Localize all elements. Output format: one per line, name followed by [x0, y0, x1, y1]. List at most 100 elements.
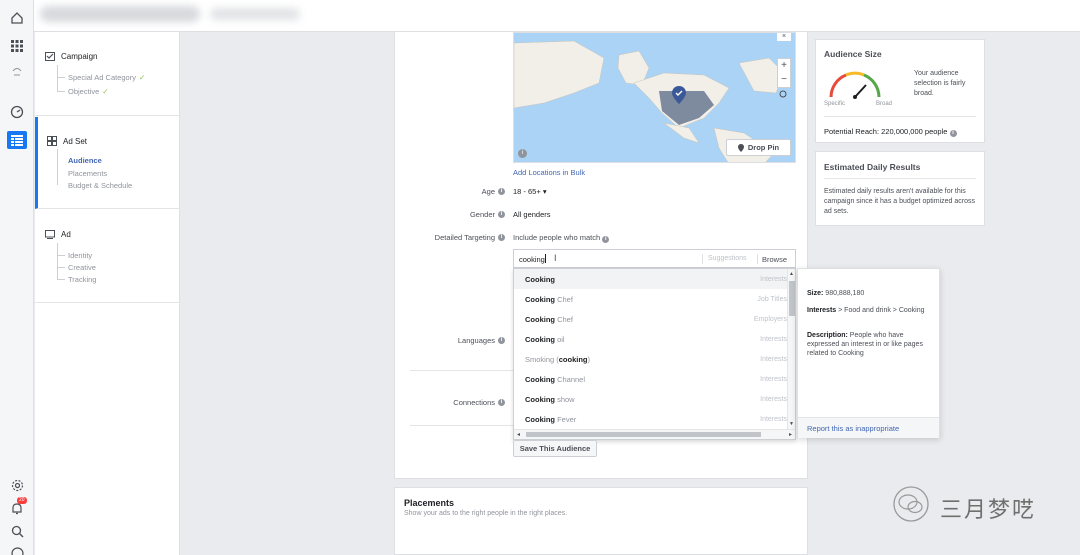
info-icon[interactable]: i: [498, 234, 505, 241]
search-result-row[interactable]: Cooking show Interests: [514, 389, 787, 409]
collapse-icon[interactable]: [9, 64, 25, 80]
dashboard-gauge-icon[interactable]: [9, 104, 25, 120]
search-icon[interactable]: [9, 523, 25, 539]
ad-monitor-icon: [45, 230, 55, 239]
horizontal-scrollbar[interactable]: ◂ ▸: [514, 429, 795, 439]
info-icon[interactable]: i: [498, 399, 505, 406]
location-map[interactable]: + − × i Drop Pin: [513, 32, 796, 163]
search-input-value[interactable]: cooking: [519, 255, 545, 264]
nav-ad-title[interactable]: Ad: [45, 230, 71, 239]
placements-subtitle: Show your ads to the right people in the…: [404, 510, 568, 517]
divider: [410, 370, 514, 371]
audience-gauge: [829, 71, 881, 99]
languages-label: Languages i: [458, 336, 505, 345]
scrollbar-thumb[interactable]: [789, 281, 795, 316]
nav-item-special-ad-category[interactable]: Special Ad Category ✓: [68, 73, 145, 82]
daily-results-title: Estimated Daily Results: [824, 162, 921, 172]
search-result-row[interactable]: Cooking Chef Job Titles: [514, 289, 787, 309]
search-result-row[interactable]: Cooking oil Interests: [514, 329, 787, 349]
breadcrumb-blurred: [210, 8, 300, 20]
info-icon[interactable]: i: [498, 211, 505, 218]
watermark-text: 三月梦呓: [940, 497, 1037, 522]
nav-campaign-title[interactable]: Campaign: [45, 52, 97, 61]
wechat-logo-icon: [893, 486, 929, 522]
result-type: Interests: [760, 395, 787, 403]
editor-navigation: Campaign Special Ad Category ✓ Objective ✓…: [35, 32, 180, 555]
close-map-icon[interactable]: ×: [777, 33, 791, 41]
potential-reach: Potential Reach: 220,000,000 people i: [824, 127, 957, 137]
vertical-scrollbar[interactable]: ▲ ▼: [787, 269, 795, 429]
notifications-bell-icon[interactable]: 20: [9, 497, 27, 516]
location-pin-icon: [672, 86, 686, 104]
search-result-row[interactable]: Smoking (cooking) Interests: [514, 349, 787, 369]
gauge-broad-label: Broad: [876, 101, 893, 107]
result-type: Job Titles: [757, 295, 787, 303]
detailed-targeting-search[interactable]: cooking I Suggestions Browse: [513, 249, 796, 268]
save-audience-button[interactable]: Save This Audience: [513, 440, 597, 457]
text-cursor: [545, 254, 546, 263]
map-info-icon[interactable]: i: [518, 149, 527, 158]
interest-description: Description: People who have expressed a…: [807, 332, 923, 357]
info-icon[interactable]: i: [498, 188, 505, 195]
drop-pin-button[interactable]: Drop Pin: [726, 139, 791, 156]
check-icon: ✓: [102, 87, 109, 96]
info-icon[interactable]: i: [602, 236, 610, 243]
nav-section-campaign: Campaign Special Ad Category ✓ Objective ✓: [35, 32, 180, 116]
result-type: Interests: [760, 375, 787, 383]
placements-card: Placements Show your ads to the right pe…: [394, 487, 808, 555]
nav-item-audience[interactable]: Audience: [68, 156, 102, 165]
browse-tab[interactable]: Browse: [762, 255, 787, 264]
zoom-out-icon[interactable]: −: [778, 73, 790, 87]
settings-gear-icon[interactable]: [9, 477, 25, 493]
suggestions-tab[interactable]: Suggestions: [708, 255, 747, 262]
result-type: Interests: [760, 415, 787, 423]
scroll-left-icon[interactable]: ◂: [517, 431, 520, 438]
nav-section-ad: Ad Identity Creative Tracking: [35, 210, 180, 303]
help-icon[interactable]: [9, 545, 25, 555]
search-result-row[interactable]: Cooking Chef Employers: [514, 309, 787, 329]
nav-item-tracking[interactable]: Tracking: [68, 275, 96, 284]
search-result-row[interactable]: Cooking Fever Interests: [514, 409, 787, 429]
info-icon[interactable]: i: [498, 337, 505, 344]
nav-item-creative[interactable]: Creative: [68, 263, 96, 272]
nav-item-budget-schedule[interactable]: Budget & Schedule: [68, 181, 132, 190]
apps-grid-icon[interactable]: [9, 38, 25, 54]
nav-section-adset: Ad Set Audience Placements Budget & Sche…: [35, 117, 180, 209]
include-people-text: Include people who match i: [513, 233, 610, 243]
result-type: Interests: [760, 275, 787, 283]
scroll-down-icon[interactable]: ▼: [789, 421, 794, 427]
search-result-row[interactable]: Cooking Channel Interests: [514, 369, 787, 389]
placements-title: Placements: [404, 498, 455, 508]
zoom-controls[interactable]: + −: [777, 58, 791, 88]
top-bar: [0, 0, 1080, 32]
info-icon[interactable]: i: [949, 130, 957, 137]
report-inappropriate-link[interactable]: Report this as inappropriate: [807, 424, 899, 433]
interest-path: Interests > Food and drink > Cooking: [807, 307, 925, 314]
campaign-folder-icon: [45, 52, 55, 61]
audience-breadth-note: Your audience selection is fairly broad.: [914, 70, 966, 97]
home-icon[interactable]: [9, 10, 25, 26]
connections-label: Connections i: [453, 398, 505, 407]
scroll-right-icon[interactable]: ▸: [789, 431, 792, 438]
add-locations-bulk-link[interactable]: Add Locations in Bulk: [513, 168, 585, 177]
check-icon: ✓: [138, 73, 146, 82]
gender-select[interactable]: All genders: [513, 210, 551, 219]
nav-item-identity[interactable]: Identity: [68, 251, 92, 260]
notification-count-badge: 20: [17, 497, 27, 504]
search-result-row[interactable]: Cooking Interests: [514, 269, 787, 289]
gauge-specific-label: Specific: [824, 101, 846, 107]
nav-item-objective[interactable]: Objective ✓: [68, 87, 109, 96]
ads-manager-table-icon[interactable]: [7, 131, 27, 149]
i-beam-cursor-icon: I: [554, 253, 557, 263]
zoom-in-icon[interactable]: +: [778, 59, 790, 73]
recenter-icon[interactable]: [779, 90, 787, 98]
nav-item-placements[interactable]: Placements: [68, 169, 107, 178]
horizontal-scrollbar-thumb[interactable]: [526, 432, 761, 437]
nav-adset-title[interactable]: Ad Set: [47, 136, 87, 146]
interest-details-panel: Size: 980,888,180 Interests > Food and d…: [797, 268, 940, 438]
daily-results-text: Estimated daily results aren't available…: [824, 188, 975, 215]
age-label: Age i: [482, 187, 505, 196]
scroll-up-icon[interactable]: ▲: [789, 271, 794, 277]
account-name-blurred: [40, 6, 200, 22]
age-select[interactable]: 18 - 65+ ▾: [513, 187, 547, 196]
